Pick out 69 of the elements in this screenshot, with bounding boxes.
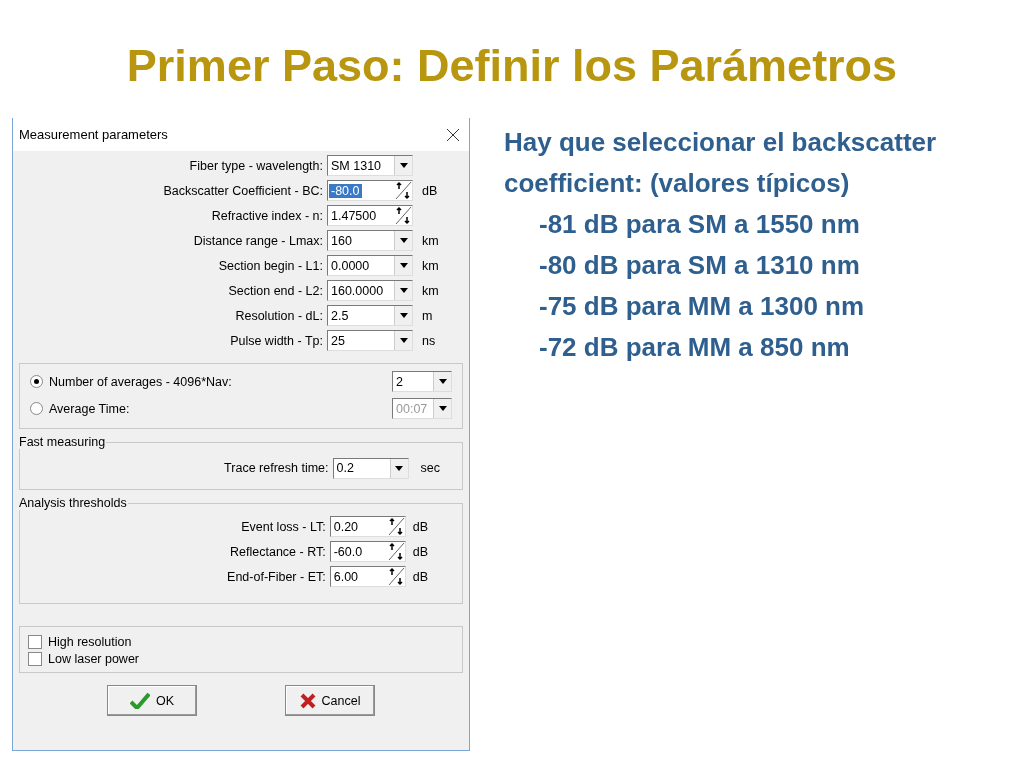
note-text: Hay que seleccionar el backscatter coefficient: (valores típicos) — [504, 126, 938, 200]
note-text: -80 dB para SM a 1310 nm — [538, 249, 861, 282]
unit-label: dB — [411, 544, 428, 559]
field-label: Section end - L2: — [227, 283, 324, 298]
unit-label: km — [421, 283, 440, 298]
checkbox[interactable] — [28, 652, 42, 666]
dropdown-field[interactable]: 0.2 — [332, 457, 409, 479]
unit-label: m — [421, 308, 434, 323]
field-label: Resolution - dL: — [234, 308, 324, 323]
unit-label: km — [421, 233, 440, 248]
checkbox-label: High resolution — [48, 635, 132, 649]
dropdown-arrow-icon — [395, 465, 404, 471]
field-label: End-of-Fiber - ET: — [227, 569, 327, 584]
dropdown-arrow-icon — [438, 379, 447, 384]
radio-label: Average Time: — [49, 401, 130, 416]
dropdown-field[interactable]: 160.0000 — [327, 280, 413, 301]
unit-label: sec — [419, 461, 440, 475]
note-text: -72 dB para MM a 850 nm — [538, 331, 851, 364]
checkmark-icon — [129, 692, 150, 709]
dropdown-arrow-icon — [438, 406, 447, 411]
cancel-button[interactable]: Cancel — [285, 685, 375, 716]
unit-label: dB — [411, 519, 428, 534]
note-text: -75 dB para MM a 1300 nm — [538, 290, 866, 323]
dropdown-field[interactable]: 25 — [327, 330, 413, 351]
ok-button[interactable]: OK — [107, 685, 197, 716]
radio-icon[interactable] — [30, 375, 43, 388]
dropdown-arrow-icon — [399, 313, 408, 318]
unit-label: km — [421, 258, 440, 273]
group-title: Analysis thresholds — [18, 496, 128, 510]
dropdown-field[interactable]: SM 1310 — [327, 155, 413, 176]
dropdown-field[interactable]: 2 — [392, 371, 452, 392]
unit-label: dB — [411, 569, 428, 584]
spin-arrows-icon[interactable] — [395, 206, 412, 225]
close-icon[interactable] — [447, 128, 459, 141]
spin-field[interactable]: 1.47500 — [327, 205, 413, 226]
spin-arrows-icon[interactable] — [387, 517, 405, 536]
unit-label: ns — [421, 333, 437, 348]
spin-field[interactable]: 0.20 — [329, 516, 406, 537]
field-label: Distance range - Lmax: — [192, 233, 324, 248]
note-text: -81 dB para SM a 1550 nm — [538, 208, 861, 241]
dropdown-field[interactable]: 2.5 — [327, 305, 413, 326]
checkbox-label: Low laser power — [48, 652, 139, 666]
field-label: Pulse width - Tp: — [229, 333, 324, 348]
dropdown-arrow-icon — [399, 238, 408, 243]
dropdown-arrow-icon — [399, 263, 408, 268]
dropdown-arrow-icon — [399, 338, 408, 343]
dropdown-field[interactable]: 160 — [327, 230, 413, 251]
slide-title: Primer Paso: Definir los Parámetros — [125, 39, 899, 93]
spin-field[interactable]: -60.0 — [329, 541, 406, 562]
field-label: Refractive index - n: — [210, 208, 324, 223]
spin-arrows-icon[interactable] — [395, 181, 412, 200]
field-label: Reflectance - RT: — [230, 544, 327, 559]
dropdown-arrow-icon — [399, 163, 408, 168]
dropdown-arrow-icon — [399, 288, 408, 293]
field-label: Fiber type - wavelength: — [188, 158, 324, 173]
checkbox[interactable] — [28, 635, 42, 649]
group-title: Fast measuring — [18, 435, 107, 449]
field-label: Event loss - LT: — [241, 519, 327, 534]
dropdown-field[interactable]: 0.0000 — [327, 255, 413, 276]
spin-field[interactable]: 6.00 — [329, 566, 406, 587]
x-icon — [299, 692, 316, 709]
spin-arrows-icon[interactable] — [387, 542, 405, 561]
field-label: Section begin - L1: — [217, 258, 324, 273]
spin-field[interactable]: -80.0 — [327, 180, 413, 201]
spin-arrows-icon[interactable] — [387, 567, 405, 586]
field-label: Backscatter Coefficient - BC: — [162, 183, 324, 198]
unit-label: dB — [421, 183, 439, 198]
window-title: Measurement parameters — [19, 127, 168, 142]
field-label: Trace refresh time: — [224, 461, 330, 475]
